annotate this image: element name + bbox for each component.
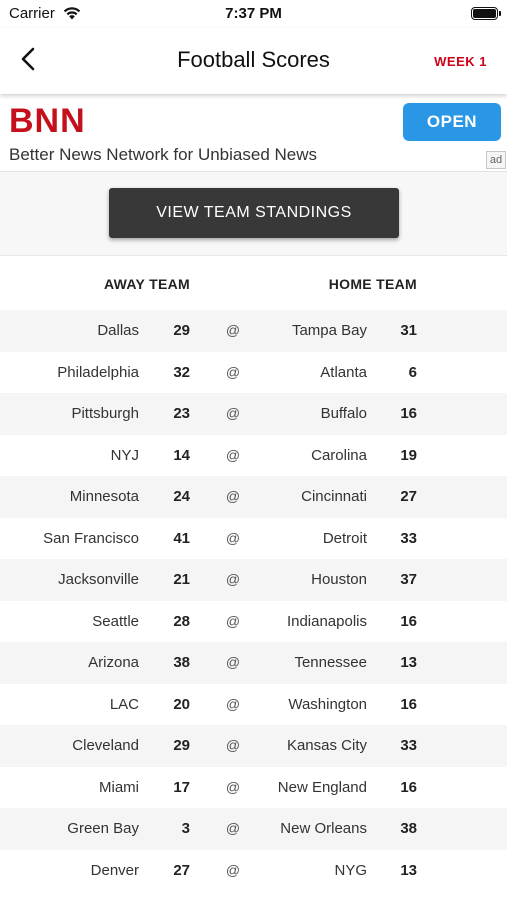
table-row[interactable]: Pittsburgh 23 @ Buffalo 16 (0, 393, 507, 435)
home-team-name: Cincinnati (301, 488, 367, 505)
nav-bar: Football Scores WEEK 1 (0, 28, 507, 94)
away-team-score: 29 (173, 737, 190, 754)
battery-icon (471, 7, 501, 20)
away-team-name: Pittsburgh (71, 405, 139, 422)
table-row[interactable]: Cleveland 29 @ Kansas City 33 (0, 725, 507, 767)
away-team-name: Miami (99, 778, 139, 796)
away-team-score: 23 (173, 405, 190, 422)
home-team-score: 13 (400, 861, 417, 879)
away-team-score: 29 (173, 322, 190, 339)
scores-table-header: AWAY TEAM HOME TEAM (0, 256, 507, 310)
ad-logo: BNN (9, 102, 86, 140)
home-team-name: Atlanta (320, 363, 367, 381)
ad-banner[interactable]: BNN Better News Network for Unbiased New… (0, 94, 507, 172)
home-team-name: Tennessee (294, 654, 367, 671)
away-team-name: San Francisco (43, 529, 139, 547)
home-team-score: 27 (400, 488, 417, 505)
away-team-name: LAC (109, 695, 139, 713)
away-team-score: 17 (173, 778, 190, 796)
home-team-score: 33 (400, 529, 417, 547)
away-team-name: Green Bay (67, 820, 139, 837)
table-row[interactable]: Seattle 28 @ Indianapolis 16 (0, 600, 507, 642)
away-team-score: 24 (173, 488, 190, 505)
away-team-name: Cleveland (72, 737, 139, 754)
table-row[interactable]: Green Bay 3 @ New Orleans 38 (0, 808, 507, 850)
home-team-name: New Orleans (280, 820, 367, 837)
away-team-name: Dallas (97, 322, 139, 339)
away-team-name: Arizona (88, 654, 139, 671)
away-team-score: 21 (173, 571, 190, 588)
home-team-score: 37 (400, 571, 417, 588)
home-team-score: 16 (400, 778, 417, 796)
home-team-score: 31 (400, 322, 417, 339)
away-team-score: 41 (173, 529, 190, 547)
home-team-score: 38 (400, 820, 417, 837)
home-team-name: Carolina (311, 446, 367, 464)
away-team-score: 28 (173, 612, 190, 630)
home-team-name: NYG (334, 861, 367, 879)
away-team-score: 20 (173, 695, 190, 713)
home-team-name: Kansas City (286, 737, 367, 754)
week-selector-button[interactable]: WEEK 1 (434, 54, 487, 69)
home-team-score: 13 (400, 654, 417, 671)
table-row[interactable]: Dallas 29 @ Tampa Bay 31 (0, 310, 507, 352)
view-team-standings-button[interactable]: VIEW TEAM STANDINGS (109, 188, 399, 238)
table-row[interactable]: Philadelphia 32 @ Atlanta 6 (0, 351, 507, 393)
table-row[interactable]: Denver 27 @ NYG 13 (0, 849, 507, 891)
home-team-name: Buffalo (320, 405, 367, 422)
table-row[interactable]: San Francisco 41 @ Detroit 33 (0, 517, 507, 559)
home-team-name: Washington (288, 695, 367, 713)
home-team-score: 16 (400, 405, 417, 422)
away-team-score: 3 (181, 820, 190, 837)
ad-tagline: Better News Network for Unbiased News (9, 145, 318, 164)
home-team-score: 16 (400, 695, 417, 713)
away-team-name: Philadelphia (57, 363, 139, 381)
home-team-name: Houston (311, 571, 367, 588)
away-team-name: Seattle (92, 612, 139, 630)
away-team-header: AWAY TEAM (104, 276, 190, 292)
away-team-score: 32 (173, 363, 190, 381)
home-team-score: 16 (400, 612, 417, 630)
home-team-name: New England (277, 778, 367, 796)
away-team-score: 14 (173, 446, 190, 464)
table-row[interactable]: NYJ 14 @ Carolina 19 (0, 434, 507, 476)
table-row[interactable]: Jacksonville 21 @ Houston 37 (0, 559, 507, 601)
ad-badge: ad (486, 151, 506, 169)
table-row[interactable]: LAC 20 @ Washington 16 (0, 683, 507, 725)
home-team-score: 19 (400, 446, 417, 464)
status-time: 7:37 PM (225, 5, 282, 22)
away-team-name: Jacksonville (58, 571, 139, 588)
home-team-score: 33 (400, 737, 417, 754)
home-team-name: Tampa Bay (291, 322, 367, 339)
ad-open-button[interactable]: OPEN (403, 103, 501, 141)
chevron-left-icon[interactable] (14, 44, 44, 74)
table-row[interactable]: Minnesota 24 @ Cincinnati 27 (0, 476, 507, 518)
home-team-name: Indianapolis (286, 612, 367, 630)
away-team-name: Minnesota (69, 488, 139, 505)
table-row[interactable]: Miami 17 @ New England 16 (0, 766, 507, 808)
home-team-header: HOME TEAM (328, 276, 417, 292)
away-team-score: 38 (173, 654, 190, 671)
status-bar: Carrier 7:37 PM (0, 0, 507, 28)
away-team-name: Denver (90, 861, 139, 879)
standings-section: VIEW TEAM STANDINGS (0, 172, 507, 256)
home-team-name: Detroit (322, 529, 367, 547)
away-team-score: 27 (173, 861, 190, 879)
page-title: Football Scores (177, 47, 330, 72)
away-team-name: NYJ (110, 446, 139, 464)
scores-list: Dallas 29 @ Tampa Bay 31 Philadelphia 32 @ Atlan… (0, 310, 507, 891)
table-row[interactable]: Arizona 38 @ Tennessee 13 (0, 642, 507, 684)
home-team-score: 6 (408, 363, 417, 381)
